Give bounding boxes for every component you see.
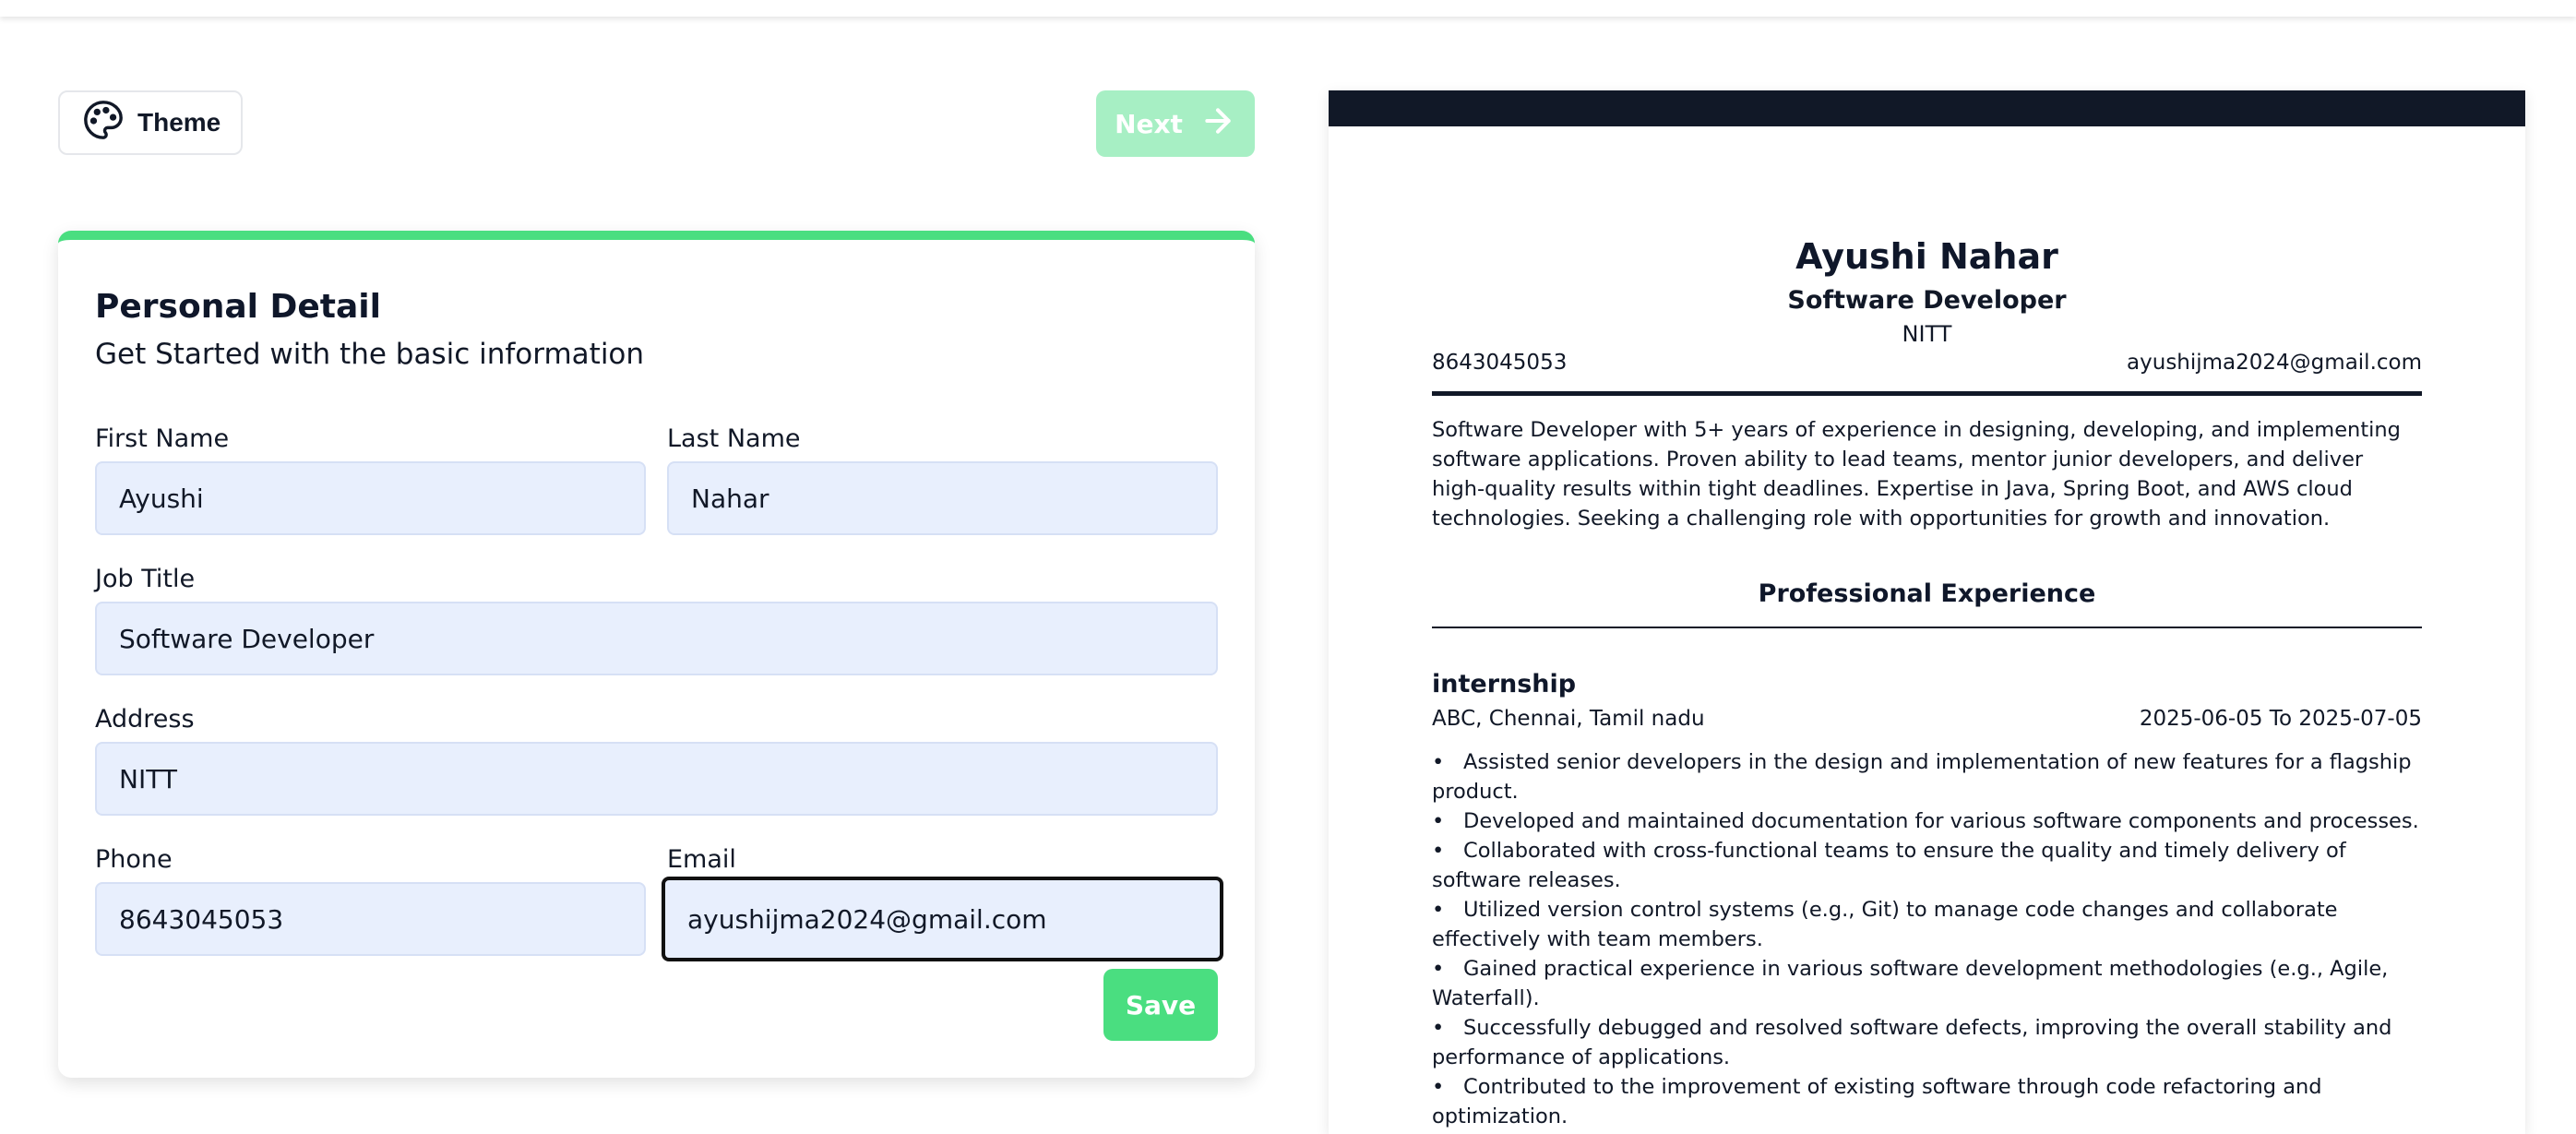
resume-phone: 8643045053 [1432, 351, 1568, 375]
experience-bullets: • Assisted senior developers in the desig… [1432, 747, 2422, 1131]
email-label: Email [667, 845, 736, 874]
experience-bullet: • Gained practical experience in various … [1432, 957, 2389, 1010]
resume-job-title: Software Developer [1787, 286, 2067, 315]
next-button[interactable]: Next [1096, 90, 1255, 157]
resume-email: ayushijma2024@gmail.com [2127, 351, 2422, 375]
resume-address: NITT [1902, 321, 1952, 347]
experience-heading: Professional Experience [1758, 579, 2096, 608]
experience-divider [1432, 627, 2422, 628]
personal-detail-card: Personal Detail Get Started with the bas… [58, 231, 1255, 1078]
resume-theme-bar [1329, 90, 2525, 126]
last-name-input[interactable] [667, 461, 1218, 535]
job-title-input[interactable] [95, 602, 1218, 675]
experience-bullet: • Assisted senior developers in the desig… [1432, 750, 2412, 804]
theme-button-label: Theme [137, 108, 221, 137]
address-label: Address [95, 705, 195, 734]
last-name-label: Last Name [667, 424, 801, 453]
resume-preview: Ayushi Nahar Software Developer NITT 864… [1329, 90, 2525, 1134]
resume-summary: Software Developer with 5+ years of expe… [1432, 418, 2401, 531]
job-title-label: Job Title [95, 565, 196, 593]
next-button-label: Next [1115, 108, 1183, 139]
phone-label: Phone [95, 845, 173, 874]
card-title: Personal Detail [95, 288, 381, 326]
phone-input[interactable] [95, 882, 646, 956]
save-button[interactable]: Save [1103, 969, 1218, 1041]
experience-bullet: • Collaborated with cross-functional team… [1432, 839, 2346, 892]
resume-divider [1432, 391, 2422, 396]
theme-button[interactable]: Theme [58, 90, 243, 155]
first-name-label: First Name [95, 424, 230, 453]
top-navbar [0, 0, 2576, 17]
experience-bullet: • Successfully debugged and resolved soft… [1432, 1016, 2392, 1069]
experience-title: internship [1432, 670, 1577, 698]
experience-bullet: • Contributed to the improvement of exist… [1432, 1075, 2322, 1128]
email-input[interactable] [662, 877, 1223, 961]
first-name-input[interactable] [95, 461, 646, 535]
experience-bullet: • Utilized version control systems (e.g.,… [1432, 898, 2338, 951]
resume-name: Ayushi Nahar [1795, 236, 2058, 277]
experience-bullet: • Developed and maintained documentation … [1432, 809, 2419, 833]
experience-company: ABC, Chennai, Tamil nadu [1432, 707, 1705, 731]
card-subtitle: Get Started with the basic information [95, 338, 645, 371]
experience-dates: 2025-06-05 To 2025-07-05 [2139, 707, 2422, 731]
arrow-right-icon [1199, 102, 1236, 146]
address-input[interactable] [95, 742, 1218, 816]
palette-icon [82, 99, 125, 148]
